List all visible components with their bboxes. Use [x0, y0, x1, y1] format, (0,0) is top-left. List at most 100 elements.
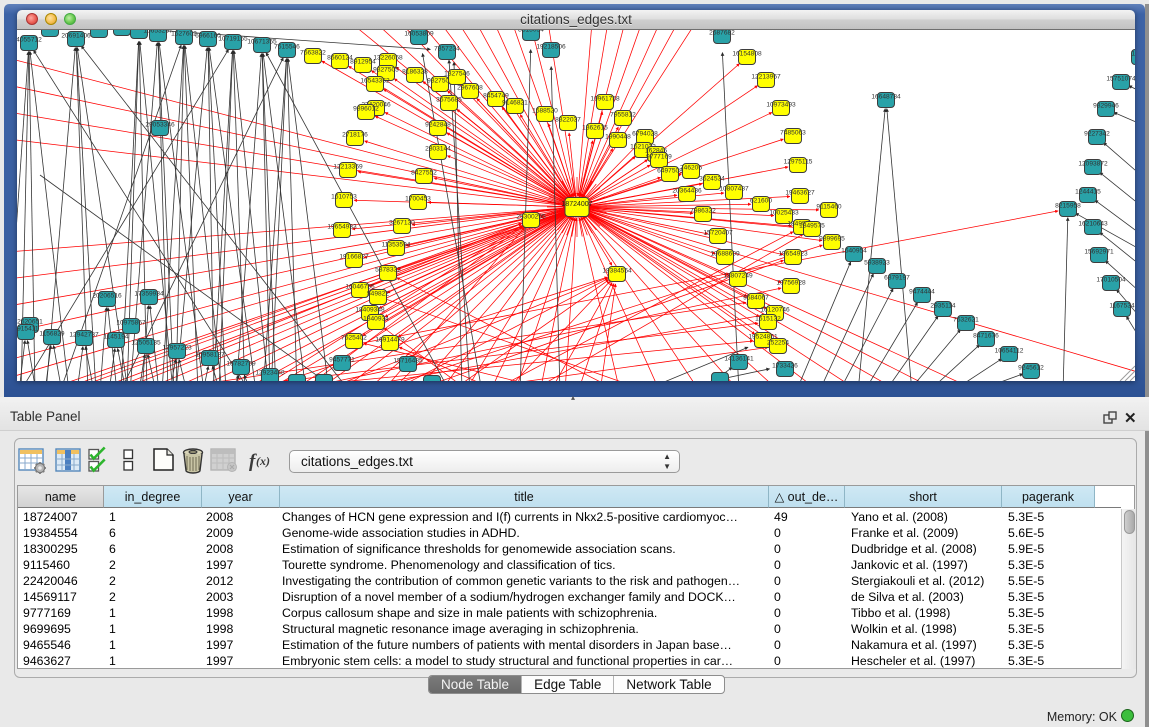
svg-text:1156829: 1156829 [39, 331, 65, 338]
svg-text:18409348: 18409348 [355, 307, 385, 314]
svg-text:3915411: 3915411 [17, 326, 39, 333]
svg-text:10958127: 10958127 [195, 352, 225, 359]
svg-text:10975867: 10975867 [116, 320, 146, 327]
svg-text:10807487: 10807487 [719, 186, 749, 193]
svg-text:16782759: 16782759 [226, 361, 256, 368]
svg-text:9457771: 9457771 [329, 357, 355, 364]
svg-text:8912954: 8912954 [350, 59, 376, 66]
svg-text:7986322: 7986322 [690, 208, 716, 215]
svg-text:15716485: 15716485 [393, 358, 423, 365]
svg-text:3267130: 3267130 [389, 220, 415, 227]
svg-text:19218506: 19218506 [536, 44, 566, 51]
svg-text:1615132: 1615132 [755, 316, 781, 323]
svg-text:(x): (x) [256, 454, 270, 468]
svg-text:20691406: 20691406 [61, 33, 91, 40]
svg-text:10961758: 10961758 [590, 96, 620, 103]
svg-text:11353594: 11353594 [382, 242, 411, 249]
svg-text:19654923: 19654923 [778, 251, 808, 258]
svg-text:29053346: 29053346 [145, 122, 175, 129]
svg-text:1588520: 1588520 [532, 108, 558, 115]
svg-text:10719155: 10719155 [218, 36, 248, 43]
svg-text:9329946: 9329946 [1093, 103, 1119, 110]
svg-text:6794028: 6794028 [632, 131, 658, 138]
svg-text:19166827: 19166827 [339, 254, 369, 261]
svg-text:12093872: 12093872 [1078, 161, 1108, 168]
svg-text:10688609: 10688609 [710, 251, 740, 258]
svg-text:8427552: 8427552 [411, 170, 437, 177]
svg-text:20206516: 20206516 [92, 293, 122, 300]
svg-text:1840934: 1840934 [363, 316, 389, 323]
svg-text:1527602: 1527602 [171, 31, 197, 38]
svg-text:12213967: 12213967 [751, 74, 781, 81]
svg-text:1640954: 1640954 [841, 248, 867, 255]
svg-text:1167534: 1167534 [1109, 303, 1135, 310]
svg-text:1327546: 1327546 [444, 71, 470, 78]
svg-text:7632621: 7632621 [953, 317, 979, 324]
svg-text:9245612: 9245612 [1018, 365, 1044, 372]
svg-text:12505135: 12505135 [131, 340, 161, 347]
svg-text:9899695: 9899695 [819, 236, 845, 243]
svg-text:6966160: 6966160 [195, 33, 221, 40]
svg-text:9474444: 9474444 [909, 289, 935, 296]
svg-text:12942737: 12942737 [69, 332, 99, 339]
svg-text:8813054: 8813054 [518, 30, 544, 34]
svg-text:10973493: 10973493 [766, 102, 796, 109]
svg-text:17957223: 17957223 [162, 345, 192, 352]
svg-text:2967608: 2967608 [457, 85, 483, 92]
svg-text:9242848: 9242848 [425, 122, 451, 129]
svg-text:25300295: 25300295 [516, 214, 546, 221]
svg-text:9684067: 9684067 [743, 295, 769, 302]
svg-text:15692971: 15692971 [1084, 249, 1114, 256]
svg-text:10025433: 10025433 [769, 210, 799, 217]
svg-text:252254: 252254 [767, 340, 789, 347]
svg-text:621600: 621600 [750, 198, 772, 205]
svg-text:7485063: 7485063 [780, 130, 806, 137]
svg-text:18807249: 18807249 [723, 273, 753, 280]
svg-text:6879197: 6879197 [884, 275, 910, 282]
svg-text:1244415: 1244415 [1075, 189, 1101, 196]
svg-text:1849575: 1849575 [799, 223, 825, 230]
svg-text:17010504: 17010504 [1096, 277, 1126, 284]
svg-text:8454749: 8454749 [483, 93, 509, 100]
svg-text:746206: 746206 [680, 165, 702, 172]
svg-text:3624534: 3624534 [699, 176, 725, 183]
svg-text:12923448: 12923448 [255, 370, 285, 377]
svg-text:16046755: 16046755 [345, 284, 375, 291]
svg-text:1362615: 1362615 [582, 125, 608, 132]
svg-text:15720407: 15720407 [703, 230, 733, 237]
svg-text:10653267: 10653267 [143, 30, 173, 35]
svg-text:7515546: 7515546 [274, 44, 300, 51]
svg-text:3675685: 3675685 [436, 97, 462, 104]
svg-text:1610753: 1610753 [331, 194, 357, 201]
svg-text:9227342: 9227342 [1084, 131, 1110, 138]
svg-text:20364436: 20364436 [672, 188, 702, 195]
svg-text:10654112: 10654112 [995, 348, 1024, 355]
svg-text:19384554: 19384554 [602, 268, 632, 275]
svg-text:8322037: 8322037 [555, 117, 581, 124]
svg-text:19654933: 19654933 [327, 224, 357, 231]
svg-text:12213369: 12213369 [333, 164, 363, 171]
svg-text:7955812: 7955812 [610, 112, 636, 119]
svg-text:16120746: 16120746 [760, 307, 790, 314]
svg-text:16053809: 16053809 [404, 31, 434, 38]
svg-text:2803144: 2803144 [425, 146, 451, 153]
svg-text:549822: 549822 [367, 291, 389, 298]
svg-text:1145194: 1145194 [103, 334, 129, 341]
svg-text:9115460: 9115460 [816, 204, 842, 211]
svg-text:16210643: 16210643 [1078, 221, 1108, 228]
svg-text:9777169: 9777169 [646, 154, 672, 161]
svg-text:1990448: 1990448 [605, 134, 631, 141]
svg-text:9327505: 9327505 [373, 67, 399, 74]
svg-text:5878332: 5878332 [375, 267, 401, 274]
svg-text:2935114: 2935114 [930, 303, 956, 310]
svg-text:7357234: 7357234 [434, 46, 460, 53]
svg-text:4055712: 4055712 [17, 37, 42, 44]
svg-text:17359934: 17359934 [134, 291, 164, 298]
svg-text:1700453: 1700453 [405, 196, 431, 203]
svg-text:18724007: 18724007 [561, 201, 592, 208]
svg-text:8471676: 8471676 [973, 333, 999, 340]
svg-text:16914479: 16914479 [375, 337, 405, 344]
svg-text:13226058: 13226058 [373, 55, 403, 62]
svg-text:16154808: 16154808 [732, 51, 762, 58]
svg-text:16648784: 16648784 [871, 94, 901, 101]
